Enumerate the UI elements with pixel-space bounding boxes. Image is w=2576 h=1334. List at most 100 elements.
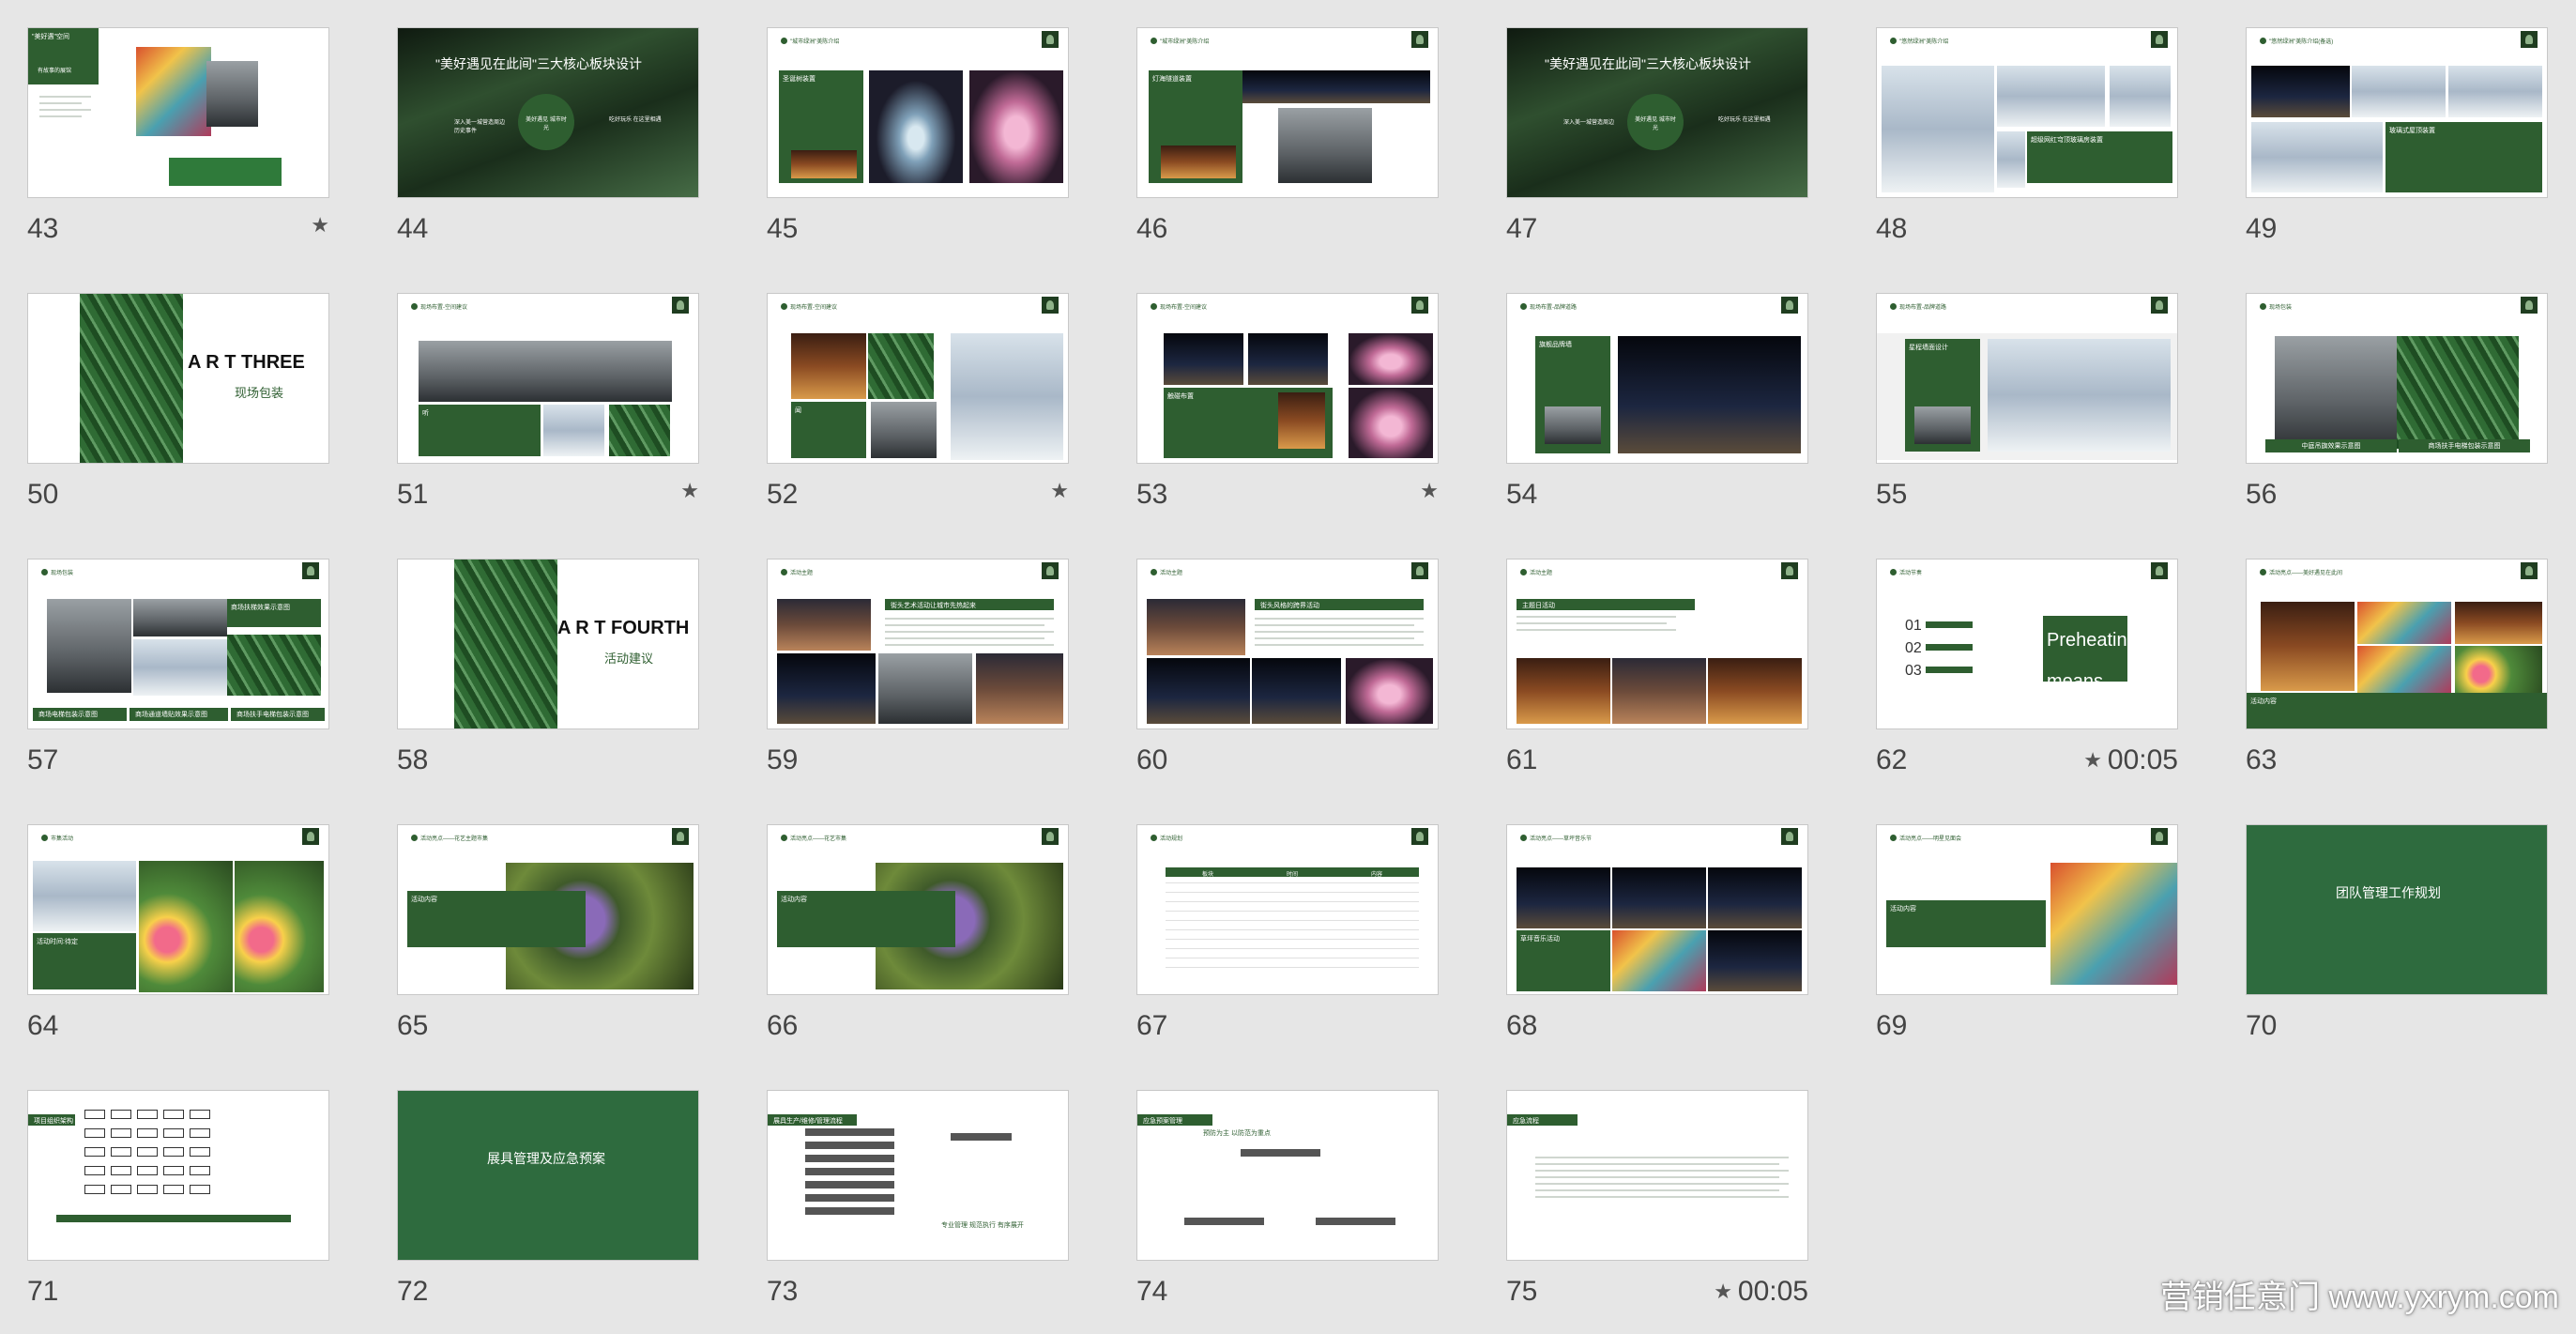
slide-canvas[interactable]: "悠然绿洲"美陈介绍 超级网红穹顶玻璃房装置 (1876, 27, 2178, 198)
slide-number: 57 (27, 744, 59, 775)
header-dot-icon (411, 303, 418, 310)
slide-header: 现场布置-品牌道路 (1899, 305, 1946, 311)
brand-logo-icon (1042, 828, 1059, 845)
slide-thumbnail-50[interactable]: A R T THREE 现场包装 50 (27, 293, 329, 537)
text-line (1535, 1196, 1789, 1198)
slide-thumbnail-64[interactable]: 市集活动 活动时间:待定 64 (27, 824, 329, 1068)
slide-thumbnail-71[interactable]: 项目组织架构 71 (27, 1090, 329, 1334)
section-title: 团队管理工作规划 (2336, 885, 2441, 900)
slide-canvas[interactable]: 现场布置-空间建议 触碰布置 (1136, 293, 1439, 464)
slide-thumbnail-49[interactable]: "悠然绿洲"美陈介绍(备选) 玻璃式屋顶装置 49 (2246, 27, 2548, 271)
slide-photo (2261, 602, 2355, 691)
brand-logo-icon (1042, 297, 1059, 314)
slide-canvas[interactable]: 展具生产/维修/管理流程 专业管理 规范执行 有序展开 (767, 1090, 1069, 1261)
slide-canvas[interactable]: 活动主题 街头艺术活动让城市先热起来 (767, 559, 1069, 729)
slide-canvas[interactable]: 项目组织架构 (27, 1090, 329, 1261)
slide-thumbnail-43[interactable]: "美好遇"空间 有故事的展馆 43 ★ (27, 27, 329, 271)
slide-canvas[interactable]: 团队管理工作规划 (2246, 824, 2548, 995)
slide-canvas[interactable]: 应急流程 (1506, 1090, 1808, 1261)
slide-thumbnail-67[interactable]: 活动规划 板块 时间 内容 67 (1136, 824, 1439, 1068)
slide-thumbnail-57[interactable]: 现场包装 商场扶梯效果示意图 商场电梯包装示意图 商场通道墙贴效果示意图 商场扶手电梯包… (27, 559, 329, 803)
slide-photo (1278, 392, 1325, 449)
slide-canvas[interactable]: A R T FOURTH 活动建议 (397, 559, 699, 729)
caption-bar: 中庭吊旗效果示意图 (2265, 439, 2397, 452)
slide-canvas[interactable]: 现场布置-品牌道路 星程墙面设计 (1876, 293, 2178, 464)
star-icon: ★ (1050, 479, 1069, 502)
brand-logo-icon (2151, 31, 2168, 48)
slide-canvas[interactable]: 现场布置-空间建议闻 (767, 293, 1069, 464)
slide-thumbnail-45[interactable]: "城市绿洲"美陈介绍 圣诞树装置 45 (767, 27, 1069, 271)
slide-thumbnail-46[interactable]: "城市绿洲"美陈介绍 灯海隧道装置 46 (1136, 27, 1439, 271)
header-dot-icon (2260, 303, 2266, 310)
table-row (1166, 967, 1419, 968)
slide-thumbnail-47[interactable]: "美好遇见在此间"三大核心板块设计 美好遇见 城市时光 深入美一城营造周边 吃好玩乐 … (1506, 27, 1808, 271)
org-node (163, 1166, 184, 1175)
slide-thumbnail-68[interactable]: 活动亮点——草坪音乐节 草坪音乐活动 68 (1506, 824, 1808, 1068)
slide-canvas[interactable]: 活动节奏 01 02 03 Preheating means (1876, 559, 2178, 729)
slide-photo (1147, 658, 1250, 724)
flow-node (805, 1155, 894, 1162)
slide-canvas[interactable]: "美好遇"空间 有故事的展馆 (27, 27, 329, 198)
slide-number: 74 (1136, 1276, 1168, 1307)
slide-number: 68 (1506, 1010, 1538, 1041)
slide-meta: ★ 00:05 (2083, 744, 2178, 776)
slide-thumbnail-58[interactable]: A R T FOURTH 活动建议 58 (397, 559, 699, 803)
slide-thumbnail-72[interactable]: 展具管理及应急预案 72 (397, 1090, 699, 1334)
slide-canvas[interactable]: 活动亮点——花艺主题市集 活动内容 (397, 824, 699, 995)
slide-number: 48 (1876, 213, 1908, 244)
slide-photo (1252, 658, 1341, 724)
slide-thumbnail-56[interactable]: 现场包装 中庭吊旗效果示意图 商场扶手电梯包装示意图 56 (2246, 293, 2548, 537)
slide-thumbnail-55[interactable]: 现场布置-品牌道路 星程墙面设计 55 (1876, 293, 2178, 537)
slide-canvas[interactable]: 应急预案管理 预防为主 以防范为重点 (1136, 1090, 1439, 1261)
slide-thumbnail-66[interactable]: 活动亮点——花艺市集 活动内容 66 (767, 824, 1069, 1068)
slide-thumbnail-44[interactable]: "美好遇见在此间"三大核心板块设计 美好遇见 城市时光 深入美一城营造周边 历史事件… (397, 27, 699, 271)
slide-thumbnail-65[interactable]: 活动亮点——花艺主题市集 活动内容 65 (397, 824, 699, 1068)
slide-canvas[interactable]: "城市绿洲"美陈介绍 圣诞树装置 (767, 27, 1069, 198)
circle-label: 美好遇见 城市时光 (1635, 117, 1676, 131)
slide-canvas[interactable]: "悠然绿洲"美陈介绍(备选) 玻璃式屋顶装置 (2246, 27, 2548, 198)
flow-node (1184, 1218, 1264, 1225)
brand-logo-icon (1411, 828, 1428, 845)
slide-canvas[interactable]: 现场布置-品牌道路 旗舰品牌墙 (1506, 293, 1808, 464)
slide-canvas[interactable]: A R T THREE 现场包装 (27, 293, 329, 464)
slide-canvas[interactable]: 活动亮点——草坪音乐节 草坪音乐活动 (1506, 824, 1808, 995)
slide-thumbnail-51[interactable]: 现场布置-空间建议听 51 ★ (397, 293, 699, 537)
flow-node (1316, 1218, 1395, 1225)
text-line (885, 631, 1054, 633)
slide-thumbnail-63[interactable]: 活动亮点——美好遇见在此间 活动内容 63 (2246, 559, 2548, 803)
slide-thumbnail-53[interactable]: 现场布置-空间建议 触碰布置 53 ★ (1136, 293, 1439, 537)
slide-thumbnail-48[interactable]: "悠然绿洲"美陈介绍 超级网红穹顶玻璃房装置 48 (1876, 27, 2178, 271)
slide-canvas[interactable]: 展具管理及应急预案 (397, 1090, 699, 1261)
star-icon: ★ (1420, 479, 1439, 502)
slide-thumbnail-69[interactable]: 活动亮点——明星见面会 活动内容 69 (1876, 824, 2178, 1068)
slide-photo (1708, 867, 1802, 928)
slide-number: 66 (767, 1010, 799, 1041)
slide-box: 活动内容 (1886, 900, 2046, 947)
slide-thumbnail-73[interactable]: 展具生产/维修/管理流程 专业管理 规范执行 有序展开 73 (767, 1090, 1069, 1334)
slide-canvas[interactable]: "美好遇见在此间"三大核心板块设计 美好遇见 城市时光 深入美一城营造周边 历史事件… (397, 27, 699, 198)
slide-thumbnail-54[interactable]: 现场布置-品牌道路 旗舰品牌墙 54 (1506, 293, 1808, 537)
slide-thumbnail-59[interactable]: 活动主题 街头艺术活动让城市先热起来 59 (767, 559, 1069, 803)
slide-canvas[interactable]: "城市绿洲"美陈介绍 灯海隧道装置 (1136, 27, 1439, 198)
slide-thumbnail-74[interactable]: 应急预案管理 预防为主 以防范为重点 74 (1136, 1090, 1439, 1334)
slide-thumbnail-60[interactable]: 活动主题 街头风格的跨界活动 60 (1136, 559, 1439, 803)
slide-canvas[interactable]: 现场包装 商场扶梯效果示意图 商场电梯包装示意图 商场通道墙贴效果示意图 商场扶手电梯包… (27, 559, 329, 729)
slide-meta: ★ 00:05 (1714, 1276, 1808, 1308)
slide-thumbnail-70[interactable]: 团队管理工作规划 70 (2246, 824, 2548, 1068)
slide-thumbnail-75[interactable]: 应急流程 75 ★ 00:05 (1506, 1090, 1808, 1334)
slide-thumbnail-62[interactable]: 活动节奏 01 02 03 Preheating means 62 ★00:05 (1876, 559, 2178, 803)
slide-canvas[interactable]: 活动主题 主题日活动 (1506, 559, 1808, 729)
slide-photo (976, 653, 1063, 724)
slide-photo (1147, 599, 1245, 655)
slide-canvas[interactable]: 活动亮点——美好遇见在此间 活动内容 (2246, 559, 2548, 729)
slide-canvas[interactable]: 活动亮点——花艺市集 活动内容 (767, 824, 1069, 995)
slide-canvas[interactable]: 活动规划 板块 时间 内容 (1136, 824, 1439, 995)
slide-canvas[interactable]: 现场布置-空间建议听 (397, 293, 699, 464)
slide-canvas[interactable]: 市集活动 活动时间:待定 (27, 824, 329, 995)
slide-canvas[interactable]: 现场包装 中庭吊旗效果示意图 商场扶手电梯包装示意图 (2246, 293, 2548, 464)
slide-thumbnail-61[interactable]: 活动主题 主题日活动 61 (1506, 559, 1808, 803)
slide-canvas[interactable]: 活动主题 街头风格的跨界活动 (1136, 559, 1439, 729)
slide-canvas[interactable]: 活动亮点——明星见面会 活动内容 (1876, 824, 2178, 995)
slide-thumbnail-52[interactable]: 现场布置-空间建议闻 52 ★ (767, 293, 1069, 537)
slide-canvas[interactable]: "美好遇见在此间"三大核心板块设计 美好遇见 城市时光 深入美一城营造周边 吃好玩乐 … (1506, 27, 1808, 198)
